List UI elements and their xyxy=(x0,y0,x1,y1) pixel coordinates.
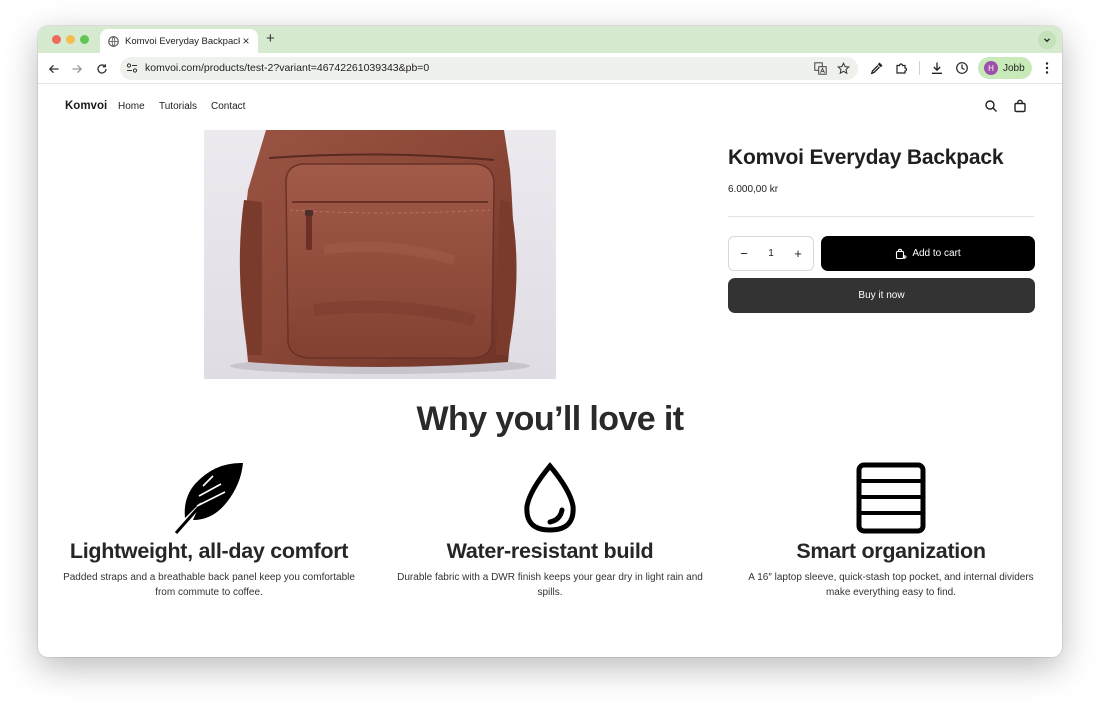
quantity-decrease-button[interactable]: − xyxy=(729,237,759,270)
reload-button[interactable] xyxy=(94,61,110,77)
tab-strip: Komvoi Everyday Backpack × + xyxy=(38,26,1062,53)
feature-title: Lightweight, all-day comfort xyxy=(69,539,349,563)
feature-title: Water-resistant build xyxy=(446,539,654,563)
tab-search-button[interactable] xyxy=(1038,31,1056,49)
product-image[interactable] xyxy=(204,130,556,379)
search-icon[interactable] xyxy=(984,99,998,113)
browser-tab-active[interactable]: Komvoi Everyday Backpack × xyxy=(100,29,258,53)
feature-description: A 16″ laptop sleeve, quick-stash top poc… xyxy=(748,572,1034,598)
feature-card: Water-resistant build Durable fabric wit… xyxy=(395,462,705,600)
nav-link-home[interactable]: Home xyxy=(118,101,145,112)
address-bar[interactable]: komvoi.com/products/test-2?variant=46742… xyxy=(120,57,858,80)
feature-title: Smart organization xyxy=(796,539,986,563)
arrow-left-icon xyxy=(48,64,59,74)
feature-card: Lightweight, all-day comfort Padded stra… xyxy=(54,462,364,600)
site-header: Komvoi Home Tutorials Contact xyxy=(38,85,1062,129)
close-window-button[interactable] xyxy=(52,35,61,44)
profile-button[interactable]: H Jobb xyxy=(978,57,1032,79)
cart-add-icon xyxy=(896,248,908,259)
toolbar-separator xyxy=(919,61,920,75)
water-drop-icon xyxy=(524,462,576,533)
arrow-right-icon xyxy=(72,64,83,74)
divider xyxy=(728,216,1034,217)
tab-title: Komvoi Everyday Backpack xyxy=(125,35,240,47)
quantity-stepper: − 1 + xyxy=(728,236,814,271)
avatar: H xyxy=(984,61,998,75)
product-price: 6.000,00 kr xyxy=(728,184,779,195)
eyedropper-extension-icon[interactable] xyxy=(870,61,884,75)
section-heading: Why you’ll love it xyxy=(416,400,685,438)
add-to-cart-button[interactable]: Add to cart xyxy=(821,236,1035,271)
site-logo[interactable]: Komvoi xyxy=(65,100,107,112)
extensions-puzzle-icon[interactable] xyxy=(895,61,909,75)
bookmark-star-icon[interactable] xyxy=(837,62,850,75)
new-tab-button[interactable]: + xyxy=(266,30,275,47)
nav-link-contact[interactable]: Contact xyxy=(211,101,245,112)
reload-icon xyxy=(97,64,107,74)
feature-description: Padded straps and a breathable back pane… xyxy=(63,572,355,598)
forward-button[interactable] xyxy=(69,61,85,77)
buy-now-label: Buy it now xyxy=(858,290,905,301)
quantity-input[interactable]: 1 xyxy=(768,248,774,259)
product-title: Komvoi Everyday Backpack xyxy=(728,146,1004,169)
site-settings-icon[interactable] xyxy=(126,62,138,74)
back-button[interactable] xyxy=(46,61,62,77)
cart-bag-icon[interactable] xyxy=(1013,99,1027,113)
add-to-cart-label: Add to cart xyxy=(912,248,961,259)
buy-now-button[interactable]: Buy it now xyxy=(728,278,1035,313)
organizer-icon xyxy=(856,462,926,534)
nav-link-tutorials[interactable]: Tutorials xyxy=(159,101,197,112)
feather-icon xyxy=(174,462,243,534)
browser-toolbar: komvoi.com/products/test-2?variant=46742… xyxy=(38,53,1062,84)
minimize-window-button[interactable] xyxy=(66,35,75,44)
globe-icon xyxy=(108,35,119,47)
browser-window: Komvoi Everyday Backpack × + komvoi.com/… xyxy=(38,26,1062,657)
feature-card: Smart organization A 16″ laptop sleeve, … xyxy=(736,462,1046,600)
performance-icon[interactable] xyxy=(955,61,969,75)
profile-name: Jobb xyxy=(1003,62,1025,74)
tab-close-icon[interactable]: × xyxy=(240,34,252,48)
download-icon[interactable] xyxy=(930,61,944,75)
more-menu-icon[interactable] xyxy=(1042,61,1052,75)
zoom-window-button[interactable] xyxy=(80,35,89,44)
backpack-photo xyxy=(204,130,556,379)
quantity-increase-button[interactable]: + xyxy=(783,237,813,270)
feature-description: Durable fabric with a DWR finish keeps y… xyxy=(397,572,703,598)
translate-icon[interactable] xyxy=(814,62,827,75)
url-text[interactable]: komvoi.com/products/test-2?variant=46742… xyxy=(145,62,429,74)
chevron-down-icon xyxy=(1044,38,1050,43)
